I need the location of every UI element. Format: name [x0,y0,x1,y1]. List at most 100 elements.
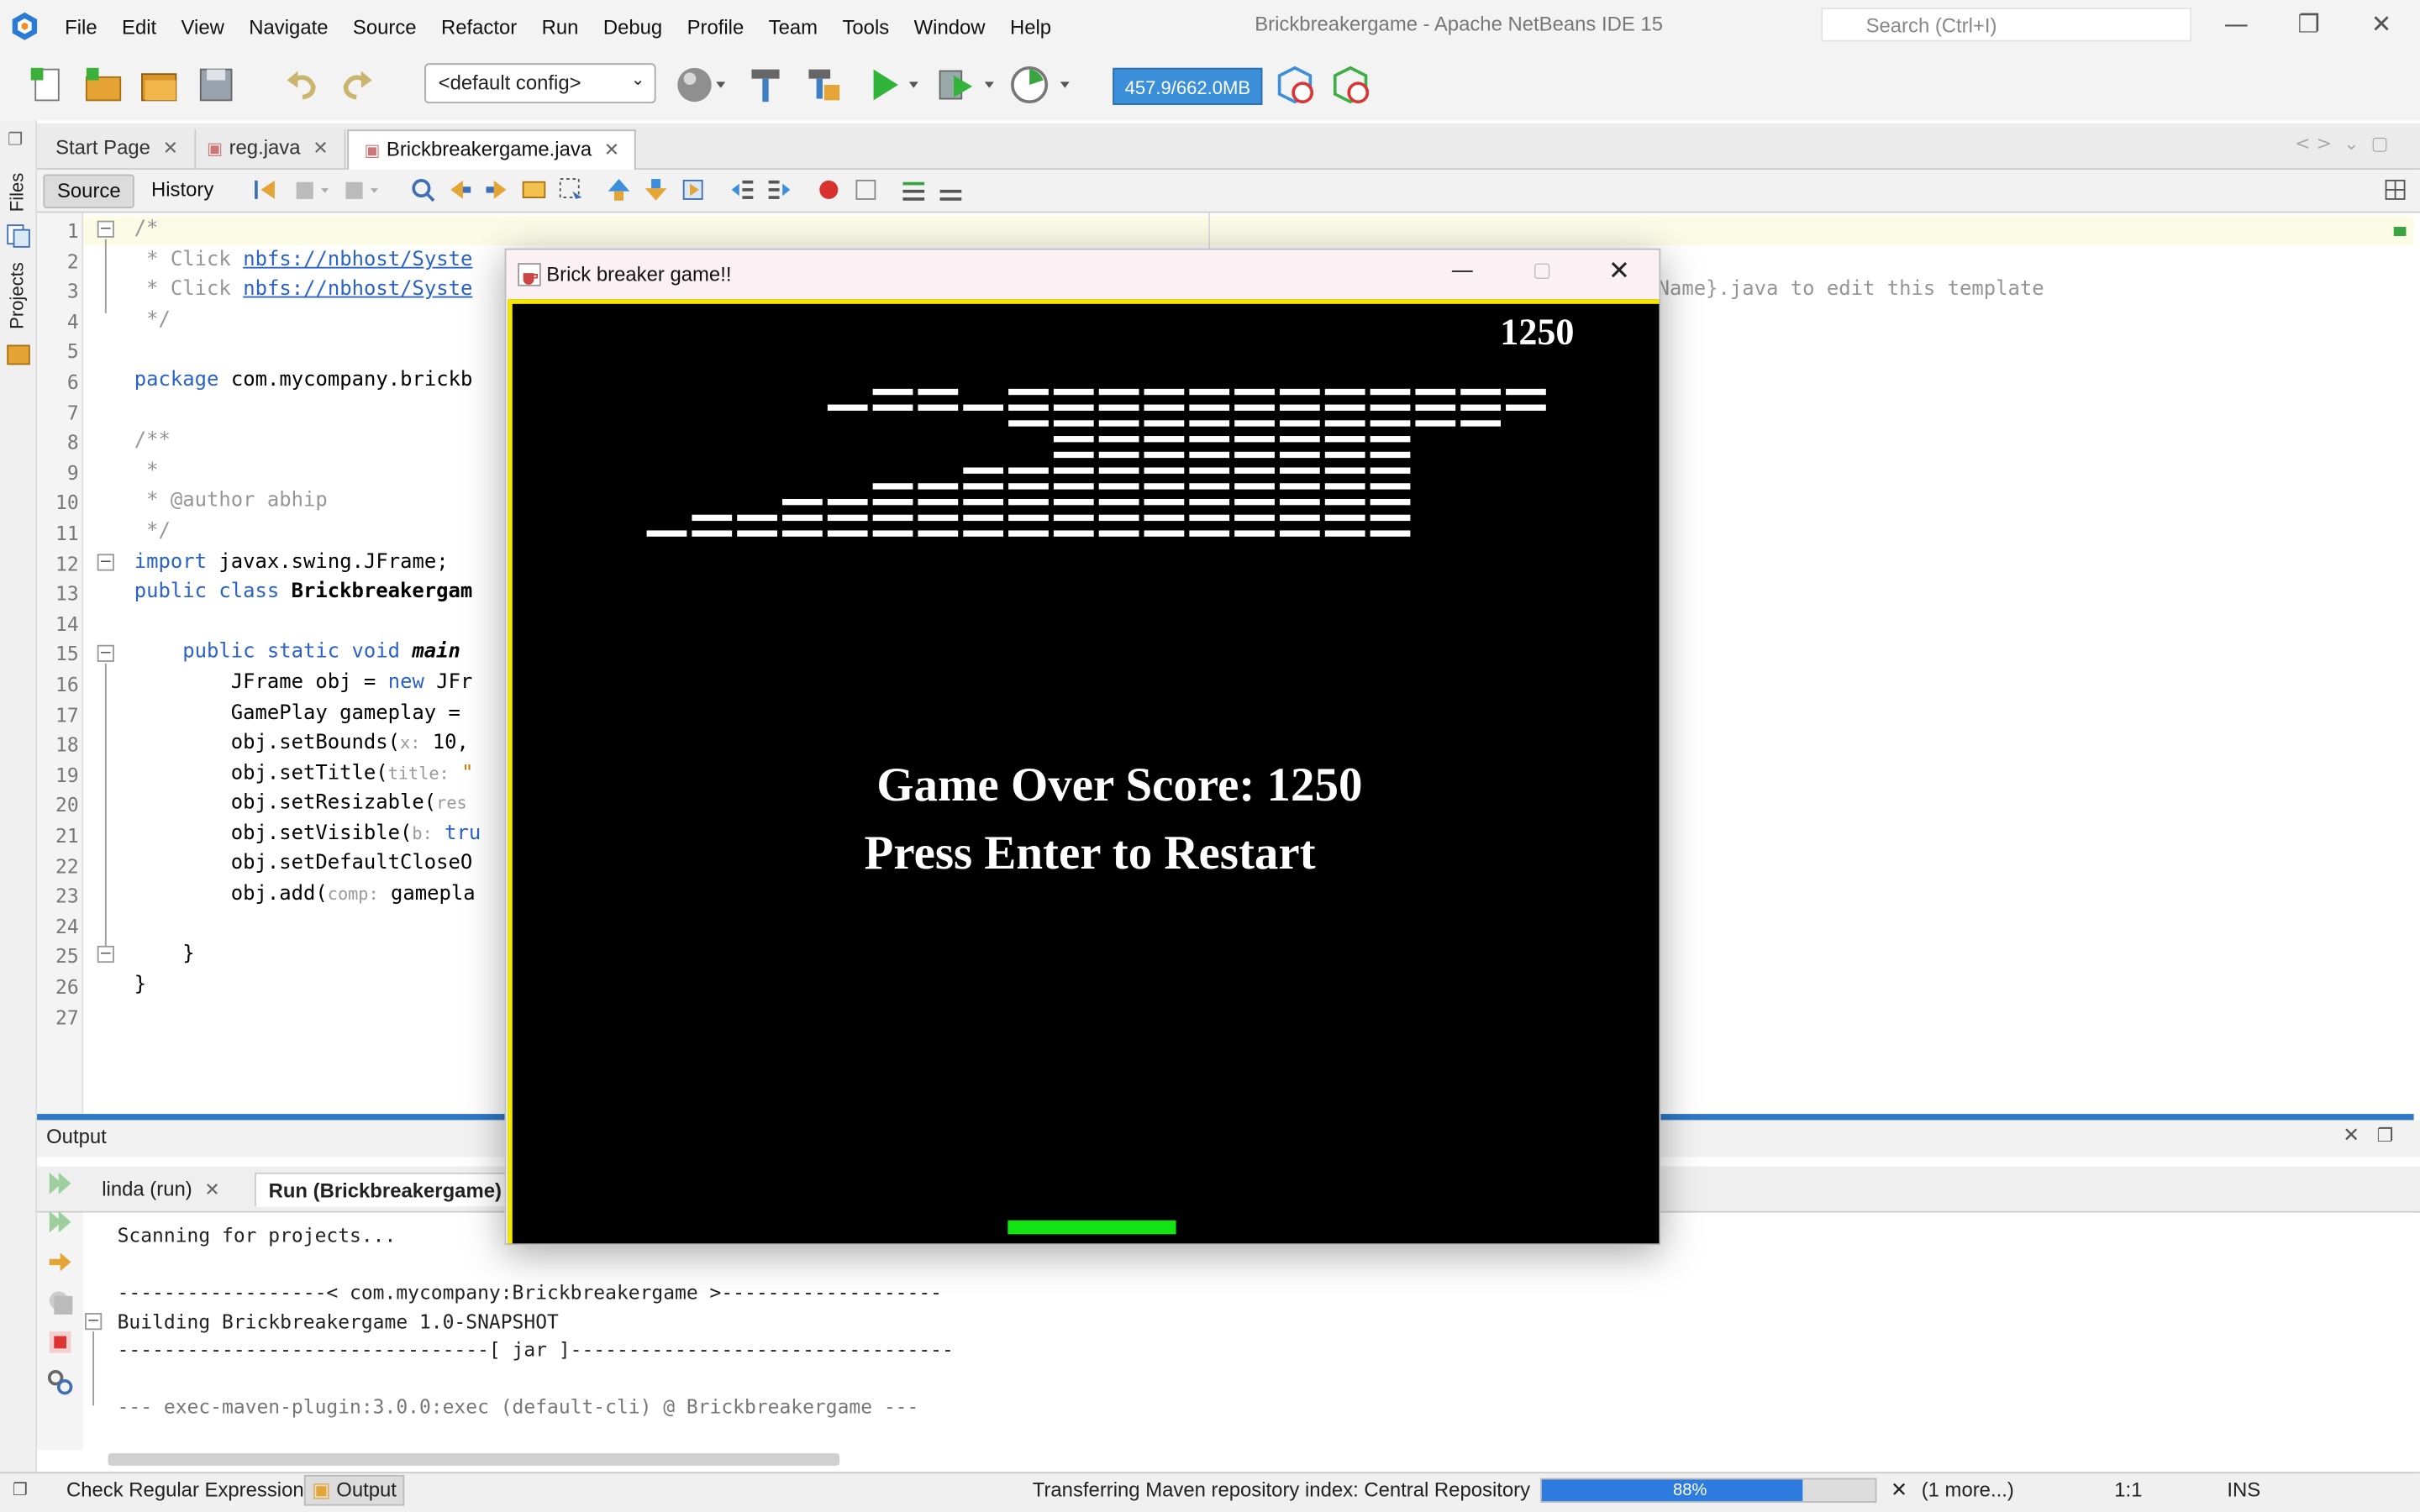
history-tab-button[interactable]: History [139,175,226,208]
globe-browser-icon[interactable] [675,65,726,105]
menu-team[interactable]: Team [756,14,830,38]
menu-window[interactable]: Window [902,14,997,38]
uncomment-icon[interactable] [939,177,963,202]
resume-icon[interactable] [46,1248,74,1276]
close-window-button[interactable]: ✕ [2358,6,2404,43]
rerun-with-args-icon[interactable] [46,1208,74,1236]
tab-brickbreakergame-java[interactable]: ▣ Brickbreakergame.java ✕ [347,129,637,171]
build-hammer-icon[interactable] [745,65,786,105]
prev-bookmark-icon[interactable] [607,177,631,202]
config-select[interactable]: <default config> ⌄ [424,63,656,104]
menu-navigate[interactable]: Navigate [237,14,341,38]
rerun-icon[interactable] [46,1169,74,1197]
line-number: 6 [66,370,79,394]
more-tasks-link[interactable]: (1 more...) [1922,1478,2014,1502]
output-tab-run-brickbreakergame[interactable]: Run (Brickbreakergame) [255,1172,516,1207]
close-icon[interactable]: ✕ [204,1179,219,1200]
brick [1415,388,1456,396]
restore-button[interactable]: ❐ [2286,6,2332,43]
projects-tab[interactable]: Projects [6,262,28,329]
new-file-icon[interactable] [28,65,68,105]
cancel-task-icon[interactable]: ✕ [1891,1478,1907,1503]
split-editor-icon[interactable] [2383,177,2407,202]
menu-run[interactable]: Run [529,14,591,38]
find-icon[interactable] [411,177,435,202]
minimize-button[interactable]: — [2213,6,2260,43]
close-icon[interactable]: ✕ [313,137,328,159]
stop-icon[interactable] [46,1289,74,1316]
menu-edit[interactable]: Edit [109,14,169,38]
stop-build-icon[interactable] [46,1328,74,1356]
debug-icon[interactable] [935,65,994,105]
shift-left-icon[interactable] [730,177,755,202]
output-status-button[interactable]: ▣ Output [303,1474,405,1506]
toggle-bookmark-icon[interactable] [681,177,705,202]
next-bookmark-icon[interactable] [644,177,668,202]
run-icon[interactable] [867,65,918,105]
find-previous-icon[interactable] [448,177,472,202]
comment-icon[interactable] [902,177,926,202]
shift-right-icon[interactable] [767,177,792,202]
find-next-icon[interactable] [485,177,509,202]
tab-start-page[interactable]: Start Page ✕ [40,129,196,171]
new-project-icon[interactable] [83,65,124,105]
check-regex-button[interactable]: Check Regular Expression [66,1478,304,1502]
menu-debug[interactable]: Debug [591,14,675,38]
output-tab-linda-run[interactable]: linda (run) ✕ [90,1173,233,1205]
last-edit-icon[interactable] [253,177,277,202]
brick [1370,420,1411,427]
source-tab-button[interactable]: Source [43,174,135,208]
menu-refactor[interactable]: Refactor [429,14,529,38]
game-canvas[interactable]: 1250 Game Over Score: 1250 Press Enter t… [508,299,1660,1244]
fold-toggle[interactable]: − [97,644,114,662]
back-icon[interactable] [293,177,329,202]
settings-icon[interactable] [46,1368,74,1396]
menu-source[interactable]: Source [340,14,429,38]
brick [1008,530,1049,537]
fold-toggle[interactable]: − [85,1313,103,1331]
fold-toggle[interactable]: − [97,220,114,238]
open-project-icon[interactable] [139,65,179,105]
close-icon[interactable]: ✕ [2343,1125,2360,1148]
restore-window-icon[interactable]: ❐ [8,129,23,150]
redo-icon[interactable] [336,65,376,105]
profiler-snapshot-icon[interactable] [1330,65,1370,105]
code-link[interactable]: nbfs://nbhost/Syste [243,278,472,302]
menu-file[interactable]: File [52,14,109,38]
game-titlebar[interactable]: Brick breaker game!! — ▢ ✕ [506,249,1660,300]
error-stripe-ok-icon [2393,226,2407,237]
tab-reg-java[interactable]: ▣ reg.java ✕ [192,129,345,171]
line-number: 24 [55,914,79,938]
gc-icon[interactable] [1275,65,1315,105]
fold-toggle[interactable]: − [97,945,114,963]
restore-window-icon[interactable]: ❐ [13,1479,28,1499]
memory-usage-indicator[interactable]: 457.9/662.0MB [1113,67,1263,105]
maximize-button[interactable]: ▢ [1533,260,1552,283]
code-link[interactable]: nbfs://nbhost/Syste [243,249,472,272]
brick [1324,514,1365,522]
menu-help[interactable]: Help [997,14,1064,38]
paddle [1007,1220,1176,1235]
profile-icon[interactable] [1009,65,1070,105]
toggle-highlight-icon[interactable] [522,177,546,202]
menu-profile[interactable]: Profile [675,14,756,38]
record-macro-icon[interactable] [817,177,841,202]
restore-window-icon[interactable]: ❐ [2377,1125,2394,1147]
fold-toggle[interactable]: − [97,554,114,571]
menu-tools[interactable]: Tools [830,14,902,38]
close-icon[interactable]: ✕ [604,139,619,160]
save-all-icon[interactable] [196,65,236,105]
close-button[interactable]: ✕ [1608,256,1630,287]
files-tab[interactable]: Files [6,173,28,213]
menu-view[interactable]: View [169,14,237,38]
horizontal-scrollbar[interactable] [108,1453,840,1466]
stop-macro-icon[interactable] [854,177,878,202]
undo-icon[interactable] [282,65,323,105]
rect-selection-icon[interactable] [559,177,583,202]
clean-build-icon[interactable] [802,65,843,105]
forward-icon[interactable] [343,177,378,202]
close-icon[interactable]: ✕ [163,137,178,159]
tabs-nav-icons[interactable]: < > ⌄ ▢ [2295,133,2388,155]
search-input[interactable]: Search (Ctrl+I) [1821,8,2192,42]
minimize-button[interactable]: — [1450,256,1474,284]
